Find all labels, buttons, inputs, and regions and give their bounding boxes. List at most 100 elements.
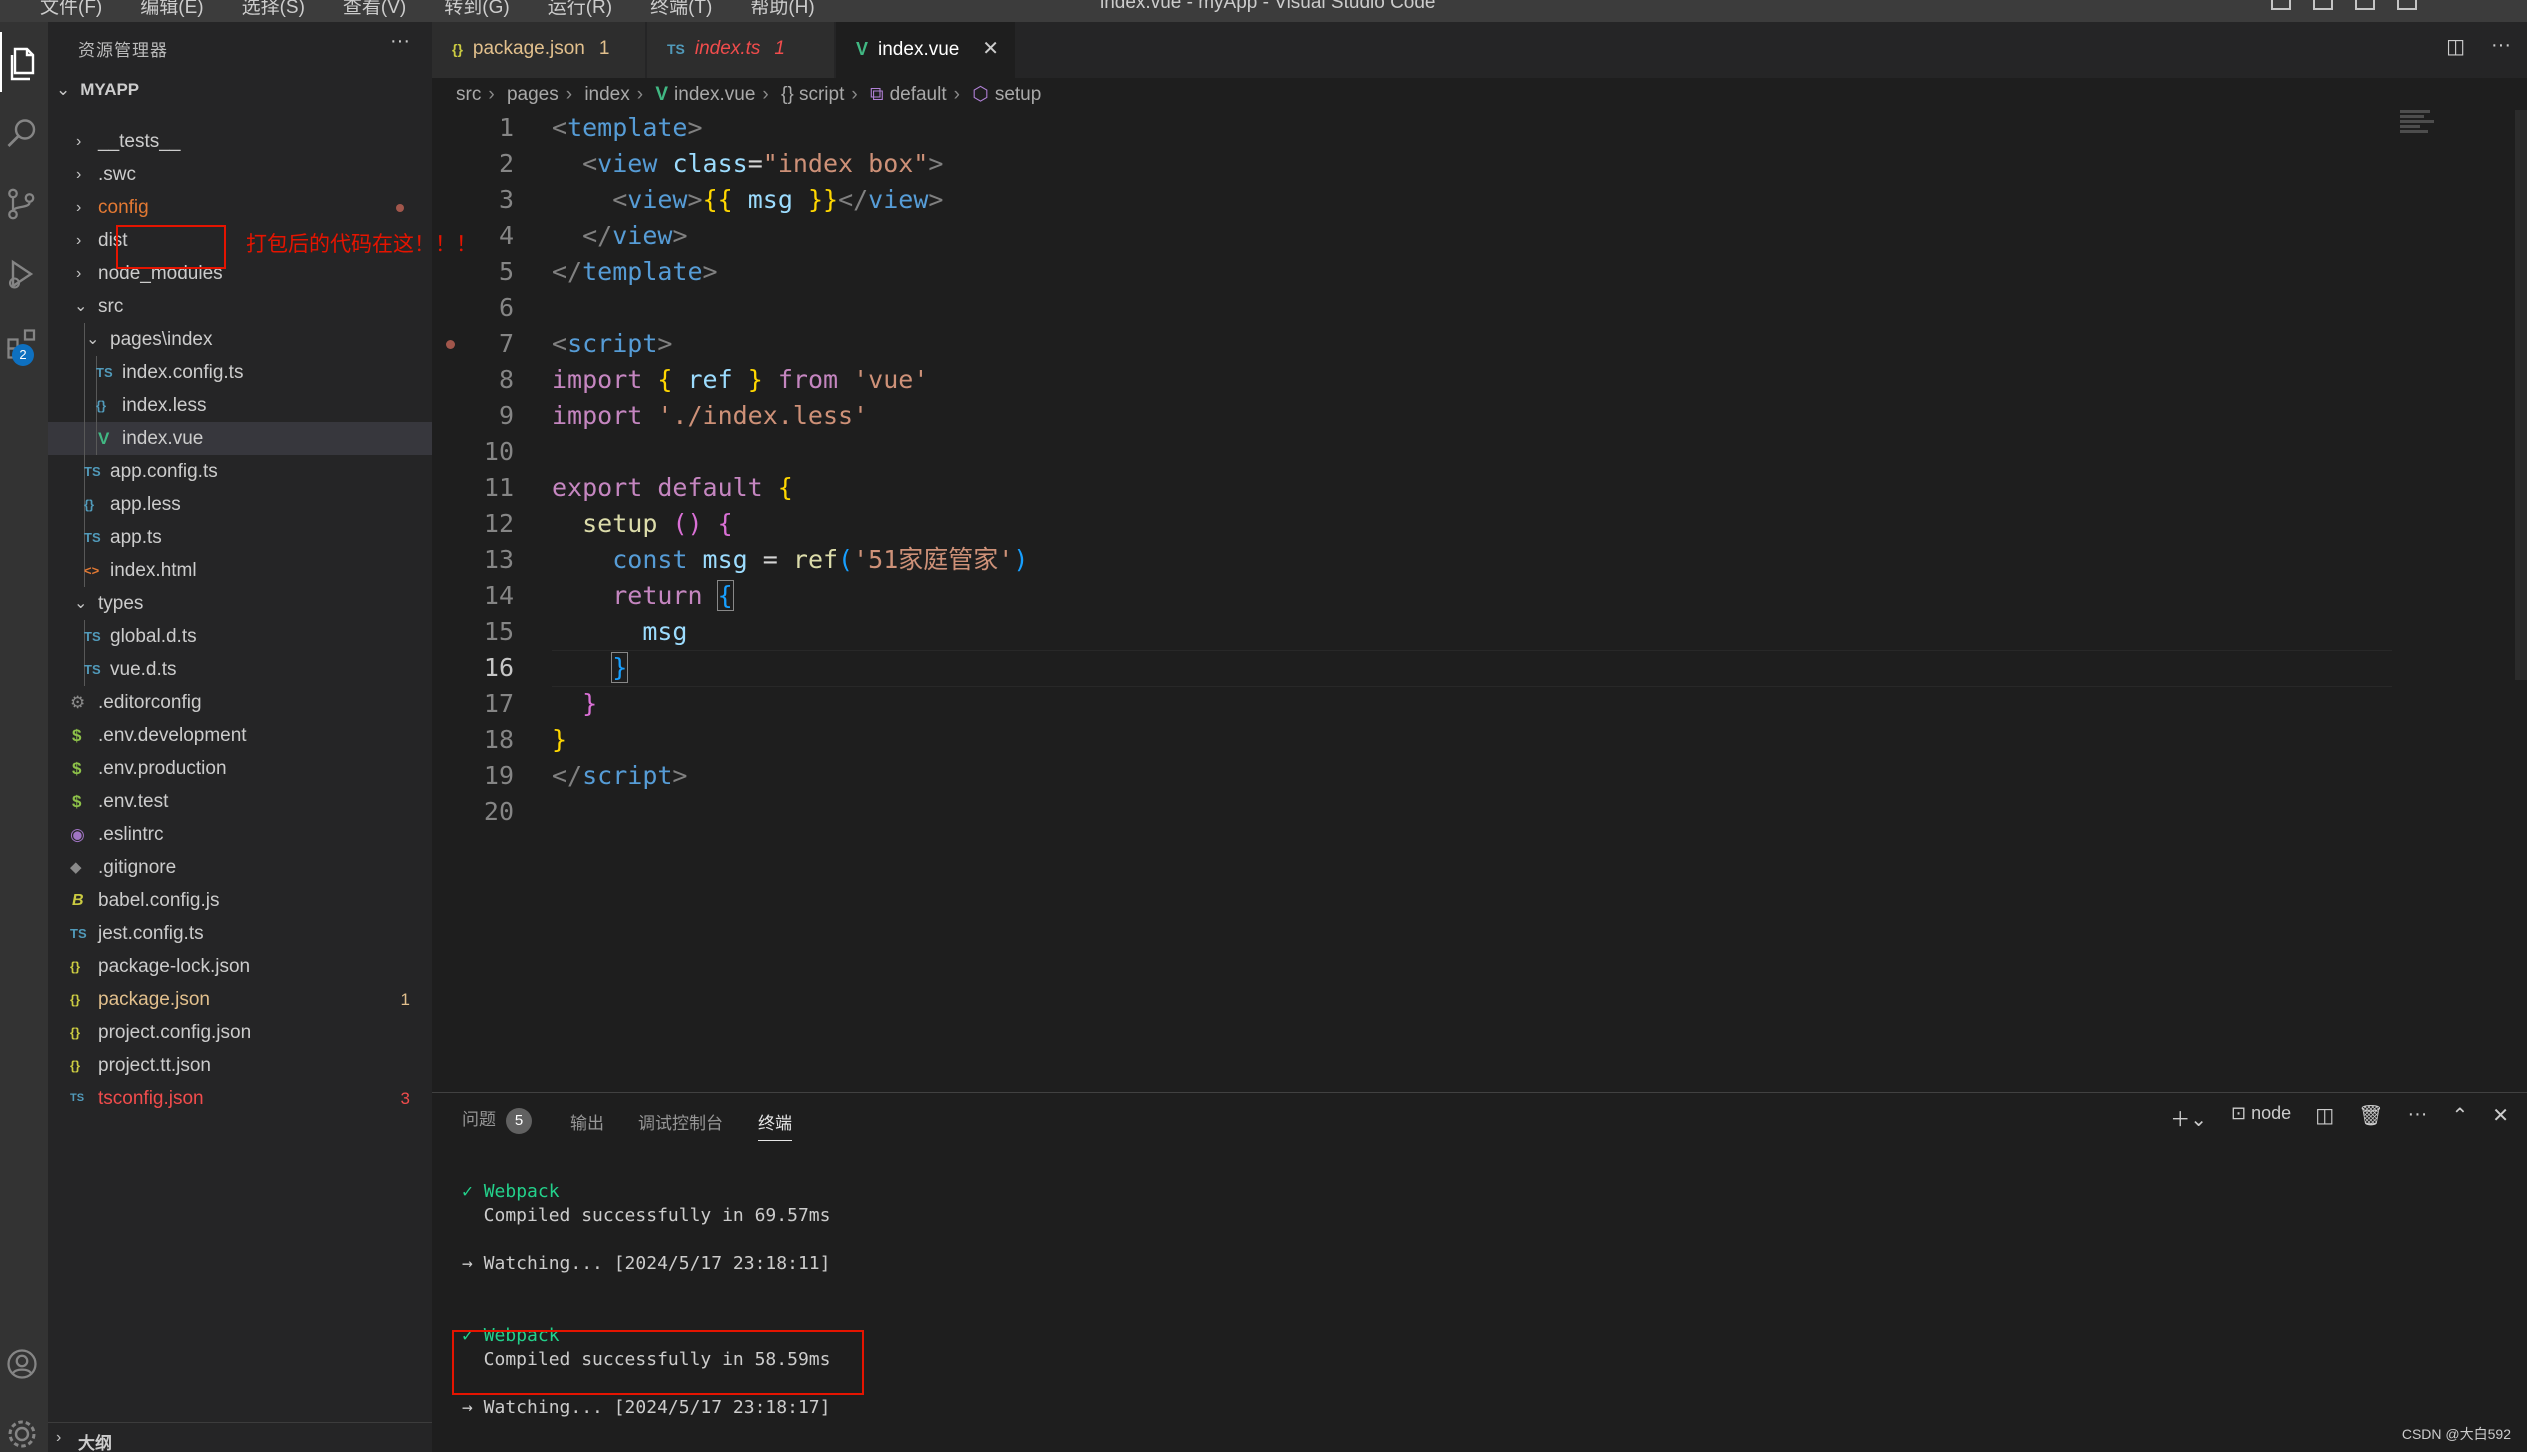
tree-item-package-lock-json[interactable]: {} package-lock.json — [48, 950, 432, 983]
toggle-panel-icon[interactable] — [2313, 0, 2333, 10]
tab-debug-console[interactable]: 调试控制台 — [638, 1109, 723, 1134]
more-actions-icon[interactable]: ··· — [2491, 34, 2511, 59]
tree-item-package-json[interactable]: {} package.json 1 — [48, 983, 432, 1016]
breadcrumb-item[interactable]: index — [584, 84, 629, 105]
annotation-box-dist — [116, 225, 226, 269]
close-icon[interactable]: ✕ — [982, 22, 999, 76]
minimap[interactable] — [2400, 110, 2440, 150]
code-editor[interactable]: 1 <template> 2 <view class="index box"> 3… — [432, 110, 2492, 1090]
toggle-secondary-sidebar-icon[interactable] — [2355, 0, 2375, 10]
explorer-sidebar: 资源管理器 ··· ⌄ MYAPP › __tests__ › .swc › confi… — [48, 22, 477, 1452]
breadcrumb-item[interactable]: {} script — [781, 84, 844, 105]
breadcrumb-item[interactable]: setup — [995, 84, 1041, 105]
modified-dot — [396, 204, 404, 212]
maximize-panel-icon[interactable]: ⌃ — [2451, 1103, 2468, 1132]
explorer-icon[interactable] — [0, 32, 48, 92]
menu-help[interactable]: 帮助(H) — [750, 0, 814, 19]
search-icon[interactable] — [0, 102, 48, 162]
customize-layout-icon[interactable] — [2397, 0, 2417, 10]
settings-icon[interactable] — [0, 1402, 48, 1452]
tree-item-app-config-ts[interactable]: TS app.config.ts — [48, 455, 432, 488]
tree-item-index-vue[interactable]: Vindex.vue — [48, 422, 432, 455]
menu-file[interactable]: 文件(F) — [40, 0, 102, 19]
tree-item-editorconfig[interactable]: ⚙ .editorconfig — [48, 686, 432, 719]
typescript-icon: TS — [84, 530, 101, 545]
source-control-icon[interactable] — [0, 172, 48, 232]
tree-item-vue-d-ts[interactable]: TS vue.d.ts — [48, 653, 432, 686]
tree-item-config[interactable]: › config — [48, 191, 432, 224]
outline-section[interactable]: › 大纲 — [48, 1422, 432, 1452]
trash-icon[interactable]: 🗑 — [2358, 1103, 2383, 1132]
menu-terminal[interactable]: 终端(T) — [650, 0, 712, 19]
menu-view[interactable]: 查看(V) — [343, 0, 406, 19]
run-debug-icon[interactable] — [0, 242, 48, 302]
toggle-sidebar-icon[interactable] — [2271, 0, 2291, 10]
code-line: 2 <view class="index box"> — [498, 149, 944, 178]
terminal-shell-selector[interactable]: ⊡ node — [2231, 1103, 2291, 1132]
tree-item-index-config-ts[interactable]: TS index.config.ts — [48, 356, 432, 389]
activity-bar: 2 — [0, 22, 48, 1452]
tree-item-project-config-json[interactable]: {} project.config.json — [48, 1016, 432, 1049]
tree-item-gitignore[interactable]: ◆ .gitignore — [48, 851, 432, 884]
tree-item-jest-config[interactable]: TS jest.config.ts — [48, 917, 432, 950]
vue-icon: V — [856, 39, 869, 59]
editor-scrollbar[interactable] — [2515, 110, 2527, 680]
tab-terminal[interactable]: 终端 — [758, 1109, 792, 1141]
workspace-root[interactable]: ⌄ MYAPP — [56, 80, 139, 100]
file-tree: › __tests__ › .swc › config › dist › node_mod… — [48, 125, 432, 1115]
menu-go[interactable]: 转到(G) — [444, 0, 509, 19]
more-actions-icon[interactable]: ··· — [2407, 1103, 2427, 1132]
tab-problems[interactable]: 问题 5 — [462, 1105, 532, 1134]
editor-actions: ◫ ··· — [2446, 34, 2511, 59]
tree-item-global-d-ts[interactable]: TS global.d.ts — [48, 620, 432, 653]
breadcrumb-item[interactable]: pages — [507, 84, 559, 105]
code-line: 15 msg — [483, 617, 688, 646]
code-line: 20 — [483, 797, 514, 826]
tree-item-eslintrc[interactable]: ◉ .eslintrc — [48, 818, 432, 851]
tab-index-vue[interactable]: Vindex.vue ✕ — [836, 22, 1016, 78]
breadcrumb-item[interactable]: default — [890, 84, 947, 105]
tree-item-index-less[interactable]: {} index.less — [48, 389, 432, 422]
tree-item-types[interactable]: ⌄ types — [48, 587, 432, 620]
eslint-icon: ◉ — [70, 825, 85, 844]
tree-item-env-production[interactable]: $ .env.production — [48, 752, 432, 785]
code-line: 3 <view>{{ msg }}</view> — [498, 185, 944, 214]
less-icon: {} — [96, 398, 107, 413]
symbol-icon: ⧉ — [869, 84, 884, 105]
tree-item-tsconfig-json[interactable]: TS tsconfig.json 3 — [48, 1082, 432, 1115]
check-icon: ✓ — [462, 1181, 473, 1202]
tree-item-pages-index[interactable]: ⌄ pages\index — [48, 323, 432, 356]
tree-item-swc[interactable]: › .swc — [48, 158, 432, 191]
tree-item-babel-config[interactable]: Bbabel.config.js — [48, 884, 432, 917]
dollar-icon: $ — [72, 759, 82, 778]
code-line: 12 setup () { — [483, 509, 733, 538]
tsconfig-icon: TS — [70, 1092, 85, 1104]
chevron-right-icon: › — [76, 133, 82, 150]
tree-item-index-html[interactable]: <> index.html — [48, 554, 432, 587]
tree-item-project-tt-json[interactable]: {} project.tt.json — [48, 1049, 432, 1082]
less-icon: {} — [84, 497, 95, 512]
tree-item-node-modules[interactable]: › node_modules — [48, 257, 432, 290]
more-actions-icon[interactable]: ··· — [390, 30, 410, 53]
code-line: 9 import './index.less' — [498, 401, 869, 430]
split-terminal-icon[interactable]: ◫ — [2315, 1103, 2334, 1132]
close-panel-icon[interactable]: ✕ — [2492, 1103, 2509, 1132]
menu-run[interactable]: 运行(R) — [548, 0, 612, 19]
tree-item-env-development[interactable]: $ .env.development — [48, 719, 432, 752]
tab-index-ts[interactable]: TS index.ts 1 — [647, 22, 835, 78]
new-terminal-icon[interactable]: ＋⌄ — [2170, 1103, 2207, 1132]
breadcrumb-item[interactable]: src — [456, 84, 481, 105]
menu-edit[interactable]: 编辑(E) — [140, 0, 203, 19]
tree-item-app-less[interactable]: {} app.less — [48, 488, 432, 521]
tree-item-app-ts[interactable]: TS app.ts — [48, 521, 432, 554]
account-icon[interactable] — [0, 1332, 48, 1392]
tab-output[interactable]: 输出 — [570, 1109, 604, 1134]
tree-item-env-test[interactable]: $ .env.test — [48, 785, 432, 818]
breadcrumb-item[interactable]: index.vue — [674, 84, 755, 105]
menu-selection[interactable]: 选择(S) — [242, 0, 305, 19]
tab-package-json[interactable]: {} package.json 1 — [432, 22, 646, 78]
tree-item-src[interactable]: ⌄ src — [48, 290, 432, 323]
split-editor-icon[interactable]: ◫ — [2446, 34, 2465, 59]
code-line: 17 } — [483, 689, 598, 718]
tree-item-tests[interactable]: › __tests__ — [48, 125, 432, 158]
